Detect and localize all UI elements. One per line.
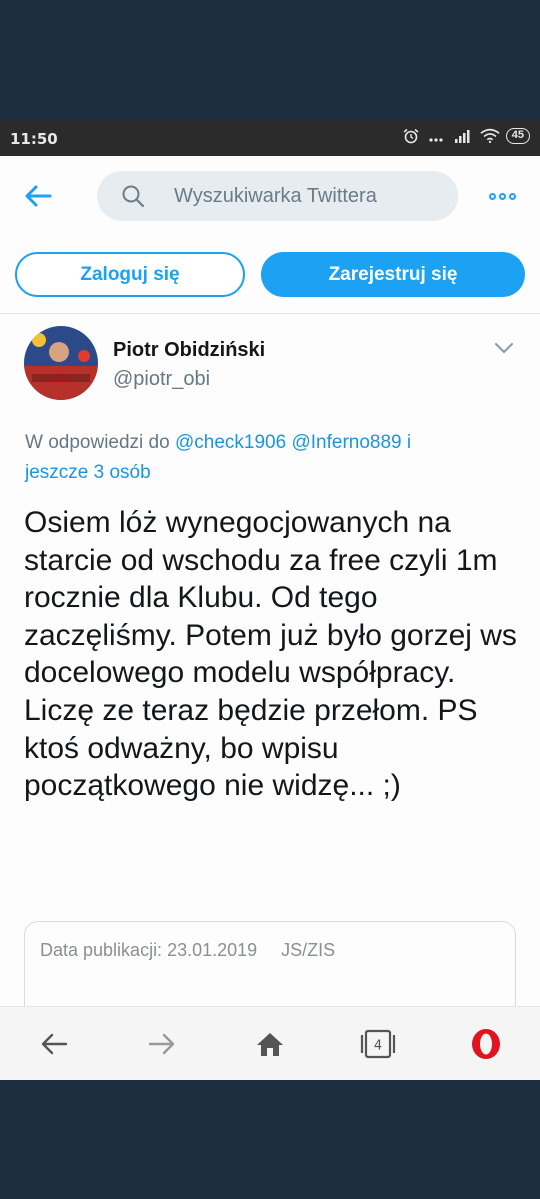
reply-others-link[interactable]: i: [407, 432, 411, 453]
status-bar: 11:50 45: [0, 120, 540, 156]
battery-icon: 45: [505, 128, 530, 144]
search-input[interactable]: Wyszukiwarka Twittera: [97, 171, 458, 221]
nav-forward-button[interactable]: [142, 1024, 182, 1064]
more-dot: [508, 192, 516, 200]
more-button[interactable]: [484, 184, 520, 208]
wifi-icon: [480, 128, 500, 144]
status-icons: 45: [402, 128, 530, 144]
back-icon: [41, 1033, 68, 1055]
reply-mention[interactable]: @Inferno889: [291, 432, 401, 453]
tabs-count: 4: [374, 1039, 382, 1054]
forward-icon: [148, 1033, 175, 1055]
reply-others-text[interactable]: jeszcze 3 osób: [25, 462, 151, 483]
reply-mention[interactable]: @check1906: [175, 432, 286, 453]
divider: [0, 313, 540, 314]
browser-navbar: 4: [0, 1006, 540, 1080]
nav-home-button[interactable]: [250, 1024, 290, 1064]
login-button[interactable]: Zaloguj się: [15, 252, 245, 297]
status-time: 11:50: [10, 130, 58, 148]
reply-prefix: W odpowiedzi do: [25, 432, 170, 453]
author-name[interactable]: Piotr Obidziński: [113, 339, 265, 362]
back-button[interactable]: [20, 178, 56, 214]
search-icon: [122, 185, 145, 208]
arrow-left-icon: [25, 185, 52, 207]
nav-back-button[interactable]: [34, 1024, 74, 1064]
home-icon: [257, 1033, 283, 1056]
bottom-frame: [0, 1080, 540, 1199]
chevron-down-icon[interactable]: [493, 340, 515, 356]
twitter-header: Wyszukiwarka Twittera: [0, 156, 540, 236]
card-date: Data publikacji: 23.01.2019: [40, 940, 258, 960]
signup-button[interactable]: Zarejestruj się: [261, 252, 525, 297]
browser-page: Wyszukiwarka Twittera Zaloguj się Zareje…: [0, 156, 540, 1080]
more-dot: [498, 192, 506, 200]
dots-icon: [428, 128, 448, 144]
top-frame: [0, 0, 540, 120]
signal-icon: [454, 128, 474, 144]
nav-tabs-button[interactable]: 4: [358, 1024, 398, 1064]
author-handle[interactable]: @piotr_obi: [113, 368, 210, 391]
card-meta: Data publikacji: 23.01.2019 JS/ZIS: [40, 940, 335, 961]
opera-icon: [472, 1029, 500, 1059]
avatar[interactable]: [24, 326, 98, 400]
tabs-icon: 4: [360, 1029, 396, 1059]
more-horizontal-icon: [488, 192, 496, 200]
reply-context: W odpowiedzi do @check1906 @Inferno889 i…: [25, 428, 515, 488]
search-placeholder: Wyszukiwarka Twittera: [174, 185, 377, 207]
tweet-text: Osiem lóż wynegocjowanych na starcie od …: [24, 506, 517, 803]
auth-buttons: Zaloguj się Zarejestruj się: [0, 252, 540, 300]
nav-opera-button[interactable]: [466, 1024, 506, 1064]
alarm-icon: [402, 128, 422, 144]
card-source: JS/ZIS: [281, 940, 336, 960]
